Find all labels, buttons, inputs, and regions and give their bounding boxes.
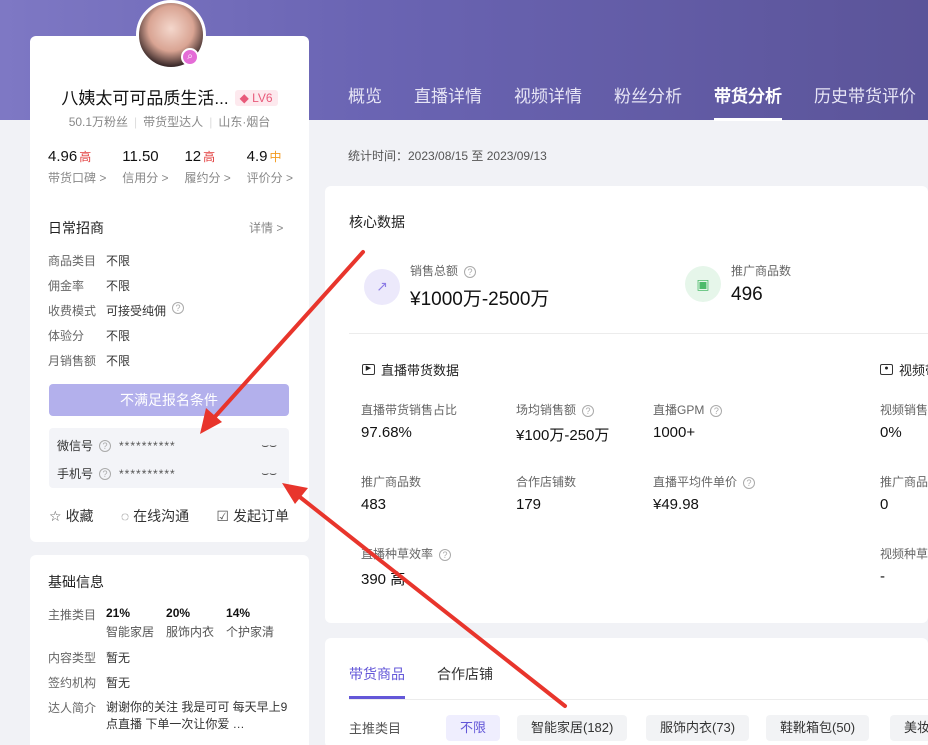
- score-row: 4.96 高 带货口碑 > 11.50 信用分 > 12 高 履约分 > 4.9 中 …: [48, 148, 293, 186]
- recruit-row-commission: 佣金率 不限: [48, 279, 131, 293]
- intro-row: 达人简介 谢谢你的关注 我是可可 每天早上9 点直播 下单一次让你爱 …: [48, 700, 288, 731]
- eye-closed-icon[interactable]: ⌣⌣: [261, 466, 277, 481]
- recruit-row-category: 商品类目 不限: [48, 254, 131, 268]
- wechat-row: 微信号? ********** ⌣⌣: [57, 437, 281, 454]
- fans-count: 50.1万粉丝: [68, 115, 129, 129]
- metric-seeding-efficiency: 直播种草效率? 390 高: [361, 545, 452, 589]
- star-icon: ☆: [49, 508, 62, 524]
- metric-video-sales: 视频销售 0%: [880, 403, 928, 441]
- metric-video-seeding: 视频种草 -: [880, 547, 928, 585]
- tab-goods[interactable]: 带货商品: [349, 664, 405, 684]
- recruit-row-monthly-sales: 月销售额 不限: [48, 354, 131, 368]
- chart-icon: ↗: [364, 268, 400, 305]
- divider: [349, 699, 928, 700]
- tab-fans-analysis[interactable]: 粉丝分析: [614, 82, 682, 121]
- bag-icon: ▣: [685, 266, 721, 302]
- chat-button[interactable]: ◌ 在线沟通: [121, 506, 189, 526]
- order-button[interactable]: ☑ 发起订单: [216, 506, 289, 526]
- video-icon: ●: [880, 364, 893, 375]
- help-icon[interactable]: ?: [464, 266, 477, 278]
- help-icon[interactable]: ?: [743, 477, 756, 489]
- phone-row: 手机号? ********** ⌣⌣: [57, 465, 281, 482]
- profile-name-row: 八姨太可可品质生活... ◆ LV6: [30, 84, 309, 109]
- metric-avg-sales: 场均销售额? ¥100万-250万: [516, 403, 610, 444]
- phone-value: **********: [119, 466, 176, 481]
- metric-live-sales-ratio: 直播带货销售占比 97.68%: [361, 403, 458, 441]
- profile-meta: 50.1万粉丝 | 带货型达人 | 山东·烟台: [68, 115, 271, 129]
- chip-shoes-bags[interactable]: 鞋靴箱包(50): [766, 715, 870, 741]
- category-item: 14% 个护家清: [226, 606, 275, 639]
- sales-total: ↗ 销售总额? ¥1000万-2500万: [364, 262, 549, 311]
- apply-button[interactable]: 不满足报名条件: [49, 384, 289, 416]
- phone-label: 手机号: [57, 467, 94, 481]
- metric-shops: 合作店铺数 179: [516, 475, 577, 513]
- tab-video-detail[interactable]: 视频详情: [514, 82, 582, 121]
- score-credit[interactable]: 11.50 信用分 >: [122, 148, 168, 186]
- chip-apparel[interactable]: 服饰内衣(73): [646, 715, 750, 741]
- stat-time: 统计时间：2023/08/15 至 2023/09/13: [348, 149, 547, 163]
- wechat-value: **********: [119, 438, 176, 453]
- profile-name: 八姨太可可品质生活...: [61, 89, 229, 108]
- wechat-label: 微信号: [57, 439, 94, 453]
- live-data-title: ▶ 直播带货数据: [362, 360, 459, 379]
- score-fulfillment[interactable]: 12 高 履约分 >: [184, 148, 230, 186]
- play-icon: ▶: [362, 364, 375, 375]
- help-icon[interactable]: ?: [172, 302, 185, 314]
- score-sales-reputation[interactable]: 4.96 高 带货口碑 >: [48, 148, 106, 186]
- search-badge-icon: ⌕: [181, 48, 199, 66]
- metric-video-promo: 推广商品 0: [880, 475, 928, 513]
- creator-type: 带货型达人: [143, 115, 204, 129]
- chip-all[interactable]: 不限: [446, 715, 501, 741]
- tab-shops[interactable]: 合作店铺: [437, 664, 493, 684]
- level-text: LV6: [252, 91, 273, 105]
- recruit-detail-link[interactable]: 详情 >: [249, 219, 283, 236]
- help-icon[interactable]: ?: [99, 439, 112, 452]
- category-item: 20% 服饰内衣: [166, 606, 215, 639]
- tab-live-detail[interactable]: 直播详情: [414, 82, 482, 121]
- help-icon[interactable]: ?: [710, 405, 723, 417]
- promo-count: ▣ 推广商品数 496: [685, 262, 791, 306]
- diamond-icon: ◆: [239, 91, 249, 105]
- favorite-button[interactable]: ☆ 收藏: [49, 506, 94, 526]
- action-bar: ☆ 收藏 ◌ 在线沟通 ☑ 发起订单: [49, 506, 289, 526]
- category-item: 21% 智能家居: [106, 606, 155, 639]
- tab-history-review[interactable]: 历史带货评价: [814, 82, 916, 121]
- base-info-title: 基础信息: [48, 574, 104, 590]
- score-review[interactable]: 4.9 中 评价分 >: [247, 148, 293, 186]
- filter-label: 主推类目: [349, 721, 402, 736]
- main-category-row: 主推类目 21% 智能家居 20% 服饰内衣 14% 个护家清: [48, 606, 275, 639]
- level-badge: ◆ LV6: [234, 90, 278, 106]
- metric-avg-price: 直播平均件单价? ¥49.98: [653, 473, 756, 513]
- order-icon: ☑: [216, 508, 229, 524]
- chat-icon: ◌: [120, 508, 130, 524]
- content-type-row: 内容类型 暂无: [48, 651, 131, 665]
- chip-smart-home[interactable]: 智能家居(182): [517, 715, 628, 741]
- tab-sales-analysis[interactable]: 带货分析: [714, 82, 782, 121]
- agency-row: 签约机构 暂无: [48, 676, 131, 690]
- recruit-row-fee-mode: 收费模式 可接受纯佣?: [48, 302, 185, 319]
- tab-overview[interactable]: 概览: [348, 82, 382, 121]
- metric-live-gpm: 直播GPM? 1000+: [653, 401, 723, 441]
- eye-closed-icon[interactable]: ⌣⌣: [261, 438, 277, 453]
- video-data-title: ●视频带: [880, 360, 928, 379]
- metric-promo-goods: 推广商品数 483: [361, 475, 422, 513]
- help-icon[interactable]: ?: [439, 549, 452, 561]
- recruit-title: 日常招商: [48, 220, 104, 236]
- location: 山东·烟台: [218, 115, 271, 129]
- help-icon[interactable]: ?: [99, 467, 112, 480]
- help-icon[interactable]: ?: [582, 405, 595, 417]
- contact-box: 微信号? ********** ⌣⌣ 手机号? ********** ⌣⌣: [49, 428, 289, 488]
- chip-beauty[interactable]: 美妆: [890, 715, 928, 741]
- core-title: 核心数据: [349, 214, 405, 230]
- main-tabs: 概览 直播详情 视频详情 粉丝分析 带货分析 历史带货评价: [348, 82, 928, 121]
- divider: [349, 333, 928, 334]
- recruit-row-experience: 体验分 不限: [48, 329, 131, 343]
